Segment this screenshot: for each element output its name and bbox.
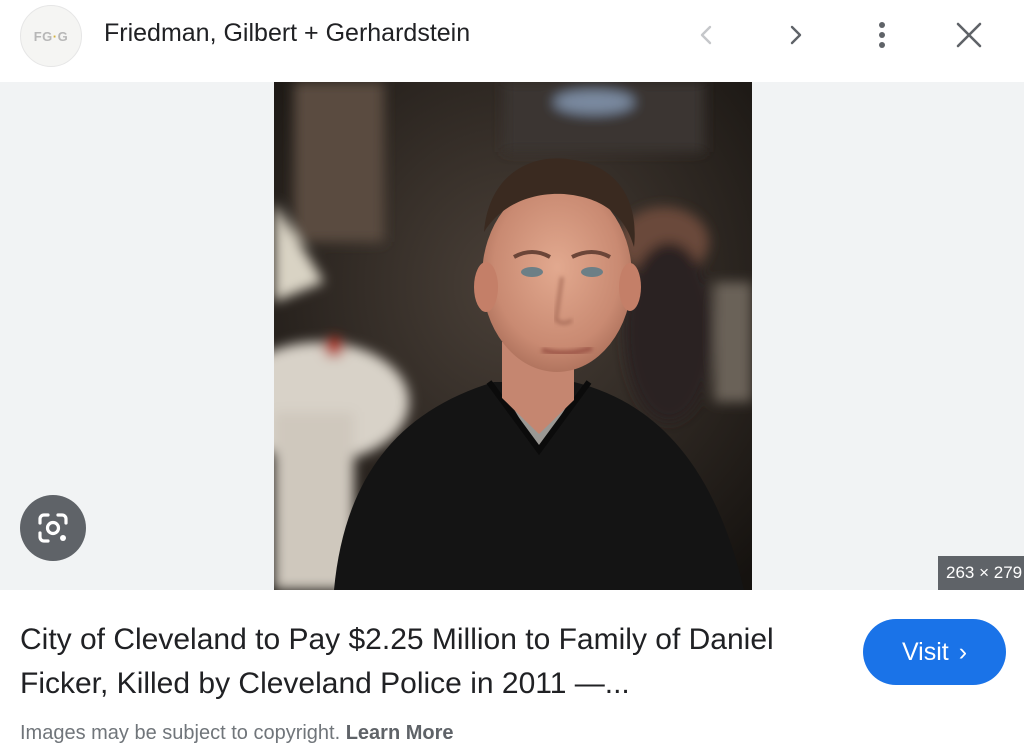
close-button[interactable] bbox=[948, 14, 990, 56]
previous-button[interactable] bbox=[686, 14, 728, 56]
copyright-notice: Images may be subject to copyright. Lear… bbox=[20, 722, 454, 745]
logo-text: FG·G bbox=[33, 28, 69, 44]
google-lens-icon bbox=[38, 513, 68, 543]
copyright-text: Images may be subject to copyright. bbox=[20, 722, 341, 744]
image-preview-area: 263 × 279 bbox=[0, 82, 1024, 590]
source-title[interactable]: Friedman, Gilbert + Gerhardstein bbox=[104, 19, 470, 48]
result-caption[interactable]: City of Cleveland to Pay $2.25 Million t… bbox=[20, 618, 800, 706]
chevron-right-icon bbox=[790, 25, 802, 45]
photo-illustration bbox=[274, 82, 752, 590]
chevron-left-icon bbox=[700, 25, 712, 45]
header-bar: FG·G Friedman, Gilbert + Gerhardstein bbox=[0, 0, 1024, 82]
visit-button[interactable]: Visit › bbox=[863, 619, 1006, 685]
image-dimensions-badge: 263 × 279 bbox=[938, 556, 1024, 590]
more-options-button[interactable] bbox=[861, 14, 903, 56]
close-icon bbox=[956, 22, 982, 48]
preview-photo[interactable] bbox=[274, 82, 752, 590]
source-logo[interactable]: FG·G bbox=[20, 5, 82, 67]
next-button[interactable] bbox=[774, 14, 816, 56]
google-lens-button[interactable] bbox=[20, 495, 86, 561]
more-vert-icon bbox=[879, 22, 885, 48]
learn-more-link[interactable]: Learn More bbox=[346, 722, 454, 744]
chevron-right-icon: › bbox=[958, 637, 968, 666]
visit-label: Visit bbox=[901, 637, 949, 666]
